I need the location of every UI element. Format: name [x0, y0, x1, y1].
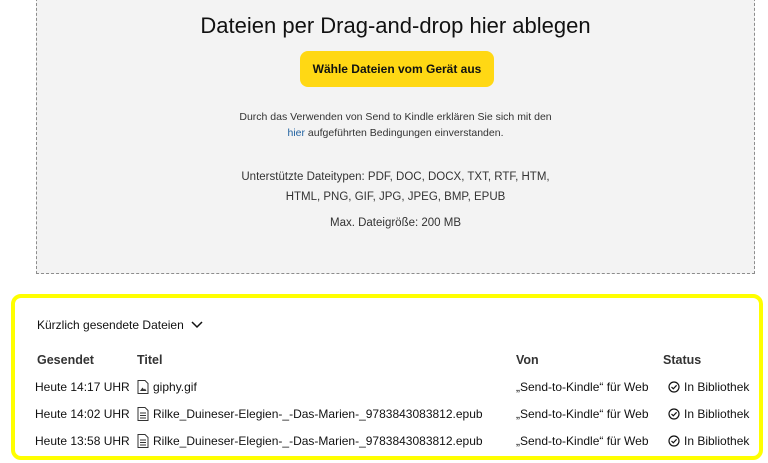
- table-row: Heute 14:17 UHR giphy.gif „Send-to-Kindl…: [15, 380, 759, 400]
- row-from: „Send-to-Kindle“ für Web: [516, 434, 649, 448]
- column-header-sent[interactable]: Gesendet: [37, 353, 94, 367]
- max-file-size: Max. Dateigröße: 200 MB: [329, 217, 462, 229]
- row-status: In Bibliothek: [668, 434, 749, 448]
- table-row: Heute 14:02 UHR Rilke_Duineser-Elegien-_…: [15, 407, 759, 427]
- row-from: „Send-to-Kindle“ für Web: [516, 407, 649, 421]
- recent-files-heading: Kürzlich gesendete Dateien: [37, 318, 184, 332]
- row-status-text: In Bibliothek: [684, 434, 750, 448]
- terms-line-2-text: aufgeführten Bedingungen einverstanden.: [305, 127, 504, 139]
- row-sent-time: Heute 14:02 UHR: [35, 407, 130, 421]
- terms-text: Durch das Verwenden von Send to Kindle e…: [37, 109, 754, 141]
- row-from: „Send-to-Kindle“ für Web: [516, 380, 649, 394]
- check-circle-icon: [668, 435, 680, 447]
- row-status: In Bibliothek: [668, 407, 749, 421]
- supported-types-line-2: HTML, PNG, GIF, JPG, JPEG, BMP, EPUB: [285, 191, 506, 203]
- row-sent-time: Heute 14:17 UHR: [35, 380, 130, 394]
- row-title-cell[interactable]: Rilke_Duineser-Elegien-_-Das-Marien-_978…: [137, 407, 483, 421]
- file-drop-zone[interactable]: Dateien per Drag-and-drop hier ablegen W…: [36, 0, 755, 274]
- choose-files-button[interactable]: Wähle Dateien vom Gerät aus: [300, 51, 494, 87]
- supported-file-types: Unterstützte Dateitypen: PDF, DOC, DOCX,…: [37, 167, 754, 207]
- check-circle-icon: [668, 381, 680, 393]
- supported-types-line-1: Unterstützte Dateitypen: PDF, DOC, DOCX,…: [241, 171, 550, 183]
- document-file-icon: [137, 407, 149, 421]
- row-status-text: In Bibliothek: [684, 380, 750, 394]
- row-title-cell[interactable]: Rilke_Duineser-Elegien-_-Das-Marien-_978…: [137, 434, 483, 448]
- row-status-text: In Bibliothek: [684, 407, 750, 421]
- check-circle-icon: [668, 408, 680, 420]
- row-sent-time: Heute 13:58 UHR: [35, 434, 130, 448]
- row-title-cell[interactable]: giphy.gif: [137, 380, 197, 394]
- row-title: Rilke_Duineser-Elegien-_-Das-Marien-_978…: [153, 407, 483, 421]
- drop-zone-title: Dateien per Drag-and-drop hier ablegen: [200, 13, 591, 38]
- column-header-title[interactable]: Titel: [137, 353, 162, 367]
- row-status: In Bibliothek: [668, 380, 749, 394]
- recent-files-toggle[interactable]: Kürzlich gesendete Dateien: [37, 318, 204, 332]
- document-file-icon: [137, 434, 149, 448]
- terms-link[interactable]: hier: [287, 127, 305, 139]
- terms-line-1: Durch das Verwenden von Send to Kindle e…: [239, 111, 552, 123]
- table-row: Heute 13:58 UHR Rilke_Duineser-Elegien-_…: [15, 434, 759, 454]
- column-header-from[interactable]: Von: [516, 353, 539, 367]
- image-file-icon: [137, 380, 149, 394]
- column-header-status[interactable]: Status: [663, 353, 701, 367]
- row-title: giphy.gif: [153, 380, 197, 394]
- chevron-down-icon: [191, 321, 203, 329]
- row-title: Rilke_Duineser-Elegien-_-Das-Marien-_978…: [153, 434, 483, 448]
- terms-line-2: hier aufgeführten Bedingungen einverstan…: [287, 127, 503, 139]
- recent-files-panel: Kürzlich gesendete Dateien Gesendet Tite…: [11, 294, 763, 460]
